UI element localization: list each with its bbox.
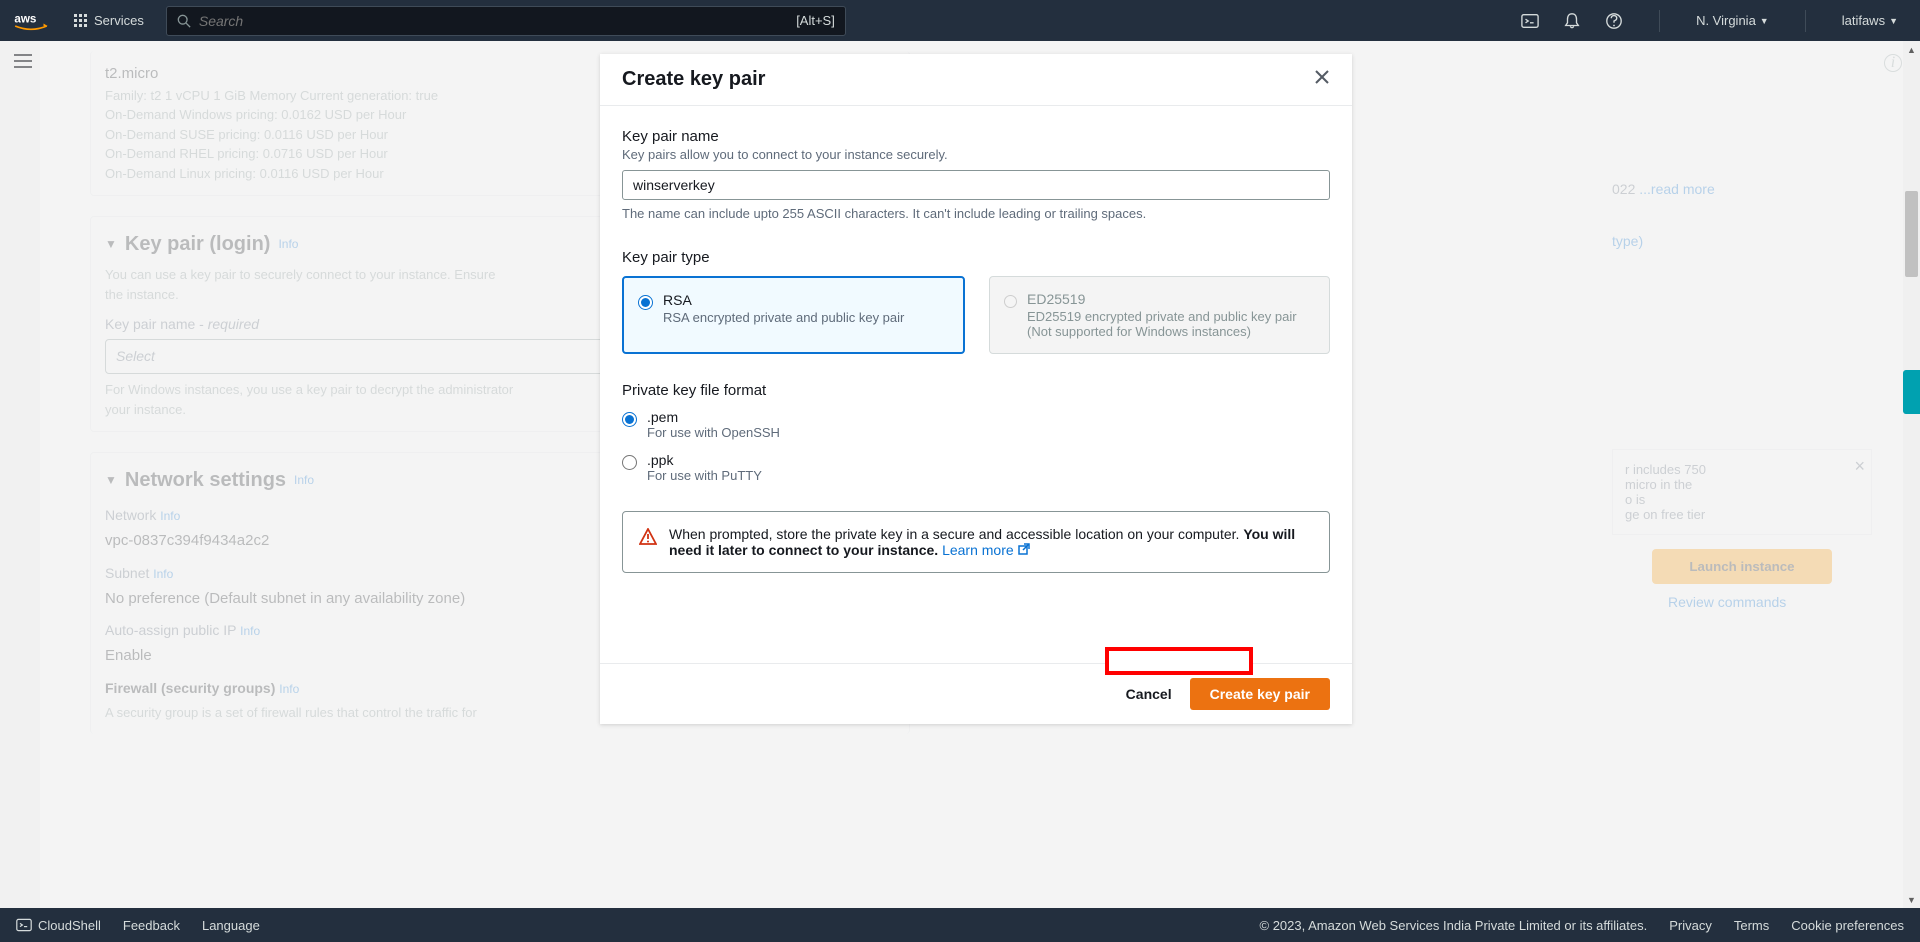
separator	[1659, 10, 1660, 32]
learn-more-link[interactable]: Learn more	[942, 542, 1029, 558]
pem-desc: For use with OpenSSH	[647, 425, 780, 440]
warning-text-part: When prompted, store the private key in …	[669, 526, 1243, 542]
bell-icon[interactable]	[1563, 12, 1581, 30]
cloudshell-label: CloudShell	[38, 918, 101, 933]
vertical-scrollbar[interactable]: ▲ ▼	[1903, 41, 1920, 908]
cloudshell-icon[interactable]	[1521, 12, 1539, 30]
feedback-tab[interactable]	[1903, 370, 1920, 414]
cloudshell-link[interactable]: CloudShell	[16, 917, 101, 933]
terms-link[interactable]: Terms	[1734, 918, 1769, 933]
close-icon	[1314, 69, 1330, 85]
region-label: N. Virginia	[1696, 13, 1756, 28]
ed25519-tile: ED25519 ED25519 encrypted private and pu…	[989, 276, 1330, 354]
cancel-button[interactable]: Cancel	[1126, 686, 1172, 702]
region-selector[interactable]: N. Virginia ▼	[1696, 13, 1769, 28]
footer-bar: CloudShell Feedback Language © 2023, Ama…	[0, 908, 1920, 942]
cloudshell-icon	[16, 917, 32, 933]
keypair-name-input[interactable]	[622, 170, 1330, 200]
topnav-icons: N. Virginia ▼ latifaws ▼	[1521, 10, 1906, 32]
pem-option[interactable]: .pem For use with OpenSSH	[622, 409, 1330, 440]
feedback-link[interactable]: Feedback	[123, 918, 180, 933]
svg-text:aws: aws	[14, 12, 36, 25]
modal-body: Key pair name Key pairs allow you to con…	[600, 106, 1352, 663]
create-keypair-button[interactable]: Create key pair	[1190, 678, 1330, 710]
keypair-type-label: Key pair type	[622, 249, 1330, 266]
scroll-down-arrow[interactable]: ▼	[1903, 891, 1920, 908]
ed25519-radio	[1004, 294, 1017, 309]
services-label: Services	[94, 13, 144, 28]
file-format-label: Private key file format	[622, 382, 1330, 399]
file-format-section: Private key file format .pem For use wit…	[622, 382, 1330, 483]
top-nav: aws Services [Alt+S] N. Virginia ▼ latifa…	[0, 0, 1920, 41]
warning-icon	[639, 528, 657, 546]
ppk-title: .ppk	[647, 452, 762, 468]
search-box[interactable]: [Alt+S]	[166, 6, 846, 36]
keypair-name-section: Key pair name Key pairs allow you to con…	[622, 128, 1330, 221]
warning-text: When prompted, store the private key in …	[669, 526, 1313, 558]
caret-down-icon: ▼	[1889, 16, 1898, 26]
external-link-icon	[1018, 543, 1030, 555]
create-keypair-modal: Create key pair Key pair name Key pairs …	[600, 54, 1352, 724]
scroll-thumb[interactable]	[1905, 191, 1918, 277]
aws-logo: aws	[14, 11, 48, 31]
separator	[1805, 10, 1806, 32]
account-label: latifaws	[1842, 13, 1885, 28]
keypair-type-section: Key pair type RSA RSA encrypted private …	[622, 249, 1330, 354]
pem-radio[interactable]	[622, 412, 637, 427]
ed25519-desc: ED25519 encrypted private and public key…	[1027, 309, 1315, 339]
search-input[interactable]	[199, 13, 796, 29]
caret-down-icon: ▼	[1760, 16, 1769, 26]
copyright-text: © 2023, Amazon Web Services India Privat…	[1260, 918, 1648, 933]
search-shortcut: [Alt+S]	[796, 13, 835, 28]
scroll-up-arrow[interactable]: ▲	[1903, 41, 1920, 58]
privacy-link[interactable]: Privacy	[1669, 918, 1712, 933]
ppk-radio[interactable]	[622, 455, 637, 470]
keypair-name-constraint: The name can include upto 255 ASCII char…	[622, 206, 1330, 221]
language-link[interactable]: Language	[202, 918, 260, 933]
search-icon	[177, 14, 191, 28]
keypair-name-help: Key pairs allow you to connect to your i…	[622, 147, 1330, 162]
rsa-tile[interactable]: RSA RSA encrypted private and public key…	[622, 276, 965, 354]
pem-title: .pem	[647, 409, 780, 425]
account-selector[interactable]: latifaws ▼	[1842, 13, 1898, 28]
modal-title: Create key pair	[622, 68, 765, 91]
ppk-option[interactable]: .ppk For use with PuTTY	[622, 452, 1330, 483]
annotation-highlight	[1105, 647, 1253, 675]
grid-icon	[74, 14, 88, 28]
ppk-desc: For use with PuTTY	[647, 468, 762, 483]
modal-header: Create key pair	[600, 54, 1352, 106]
ed25519-title: ED25519	[1027, 291, 1315, 307]
rsa-desc: RSA encrypted private and public key pai…	[663, 310, 904, 325]
help-icon[interactable]	[1605, 12, 1623, 30]
warning-alert: When prompted, store the private key in …	[622, 511, 1330, 573]
close-button[interactable]	[1314, 68, 1330, 91]
rsa-title: RSA	[663, 292, 904, 308]
services-button[interactable]: Services	[66, 13, 152, 28]
rsa-radio[interactable]	[638, 295, 653, 310]
cookie-preferences-link[interactable]: Cookie preferences	[1791, 918, 1904, 933]
keypair-name-label: Key pair name	[622, 128, 1330, 145]
